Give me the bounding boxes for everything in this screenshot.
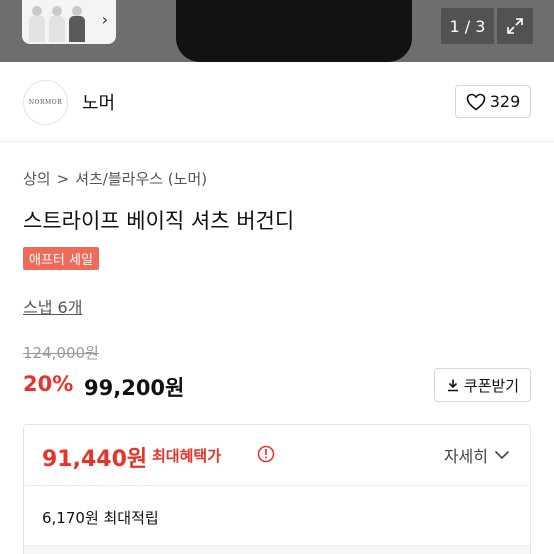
chevron-down-icon: [494, 450, 510, 460]
breadcrumb-subcategory[interactable]: 셔츠/블라우스 (노머): [75, 168, 207, 189]
download-icon: [447, 379, 458, 392]
shop-name[interactable]: 노머: [82, 89, 115, 115]
heart-icon: [466, 93, 486, 111]
detail-toggle[interactable]: 자세히: [444, 443, 510, 467]
thumbnail[interactable]: [28, 2, 46, 42]
product-title: 스트라이프 베이직 셔츠 버건디: [23, 209, 295, 233]
shop-logo[interactable]: NORMOR: [23, 80, 68, 125]
product-image: [176, 0, 412, 62]
shop-info: NORMOR 노머 329: [0, 62, 554, 142]
image-counter: 1 / 3: [441, 8, 494, 44]
discount-rate: 20%: [23, 372, 74, 396]
product-image-gallery[interactable]: › 1 / 3: [0, 0, 554, 62]
expand-button[interactable]: [497, 8, 533, 44]
thumbnail[interactable]: [68, 2, 86, 42]
sale-badge: 애프터 세일: [23, 247, 99, 270]
breadcrumb-category[interactable]: 상의: [23, 168, 51, 189]
benefit-header[interactable]: 91,440원 최대혜택가 자세히: [24, 425, 530, 486]
detail-label: 자세히: [443, 447, 488, 466]
coupon-button[interactable]: 쿠폰받기: [434, 368, 531, 402]
coupon-label: 쿠폰받기: [463, 376, 520, 395]
chevron-right-icon[interactable]: ›: [102, 10, 108, 29]
snap-link[interactable]: 스냅 6개: [23, 294, 82, 318]
like-count: 329: [489, 92, 521, 111]
breadcrumb-separator: >: [56, 169, 70, 188]
like-button[interactable]: 329: [455, 85, 531, 118]
thumbnail[interactable]: [48, 2, 66, 42]
sale-price: 99,200원: [84, 376, 185, 400]
benefit-box: 91,440원 최대혜택가 자세히 6,170원 최대적립: [23, 424, 531, 554]
expand-icon: [507, 18, 523, 34]
info-icon[interactable]: [257, 445, 275, 463]
max-benefit-price: 91,440원: [42, 447, 148, 472]
max-benefit-label: 최대혜택가: [152, 447, 222, 465]
original-price: 124,000원: [23, 344, 99, 362]
max-points: 6,170원 최대적립: [42, 509, 159, 527]
benefit-footer: [24, 545, 530, 554]
thumbnail-strip[interactable]: ›: [22, 0, 116, 44]
breadcrumb: 상의 > 셔츠/블라우스 (노머): [23, 168, 207, 189]
